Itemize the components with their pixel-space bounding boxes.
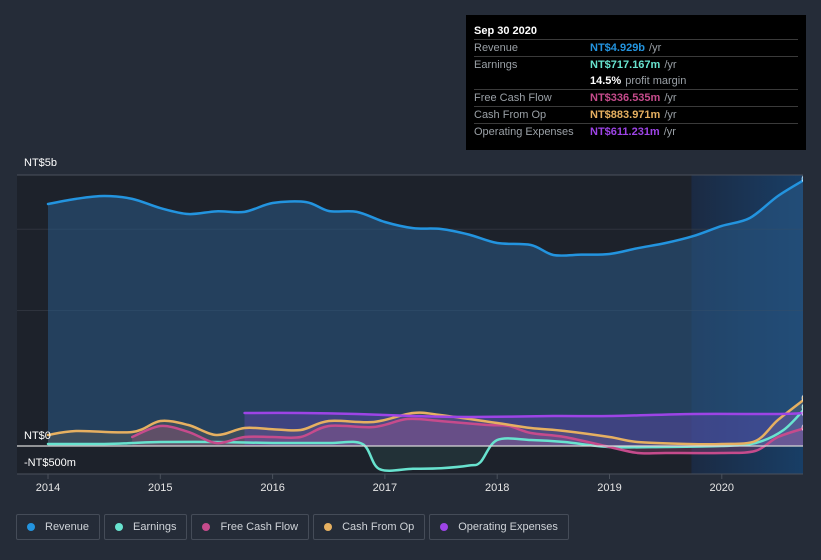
legend-item-cash-from-op[interactable]: Cash From Op	[313, 514, 426, 540]
revenue-dot-icon	[27, 523, 35, 531]
operating-expenses-dot-icon	[440, 523, 449, 531]
legend-label: Operating Expenses	[458, 521, 558, 533]
tooltip-unit: /yr	[664, 59, 677, 71]
tooltip-row-earnings: Earnings NT$717.167m /yr	[474, 56, 798, 73]
tooltip-label: Operating Expenses	[474, 126, 574, 138]
operating-expenses-area	[244, 412, 807, 446]
tooltip-row-operating-expenses: Operating Expenses NT$611.231m /yr	[474, 123, 798, 140]
x-tick-label: 2020	[710, 482, 734, 494]
tooltip-unit: /yr	[664, 109, 677, 121]
legend: Revenue Earnings Free Cash Flow Cash Fro…	[16, 514, 569, 540]
tooltip-unit: /yr	[649, 42, 662, 54]
profit-margin-value: 14.5%	[590, 75, 622, 87]
legend-label: Earnings	[133, 521, 177, 533]
x-tick-label: 2015	[148, 482, 172, 494]
y-tick-label: NT$0	[24, 430, 51, 442]
tooltip-row-revenue: Revenue NT$4.929b /yr	[474, 39, 798, 56]
x-tick-label: 2016	[260, 482, 284, 494]
tooltip-unit: /yr	[664, 92, 677, 104]
tooltip-unit: /yr	[663, 126, 676, 138]
legend-item-operating-expenses[interactable]: Operating Expenses	[429, 514, 569, 540]
tooltip: Sep 30 2020 Revenue NT$4.929b /yr Earnin…	[466, 15, 806, 150]
tooltip-row-profit-margin: 14.5% profit margin	[474, 73, 798, 89]
earnings-dot-icon	[115, 523, 124, 531]
tooltip-value: NT$883.971m	[590, 109, 661, 121]
tooltip-date: Sep 30 2020	[474, 25, 537, 37]
tooltip-row-free-cash-flow: Free Cash Flow NT$336.535m /yr	[474, 89, 798, 106]
tooltip-value: NT$611.231m	[590, 126, 660, 138]
legend-item-revenue[interactable]: Revenue	[16, 514, 101, 540]
x-tick-label: 2017	[373, 482, 397, 494]
tooltip-label: Revenue	[474, 42, 519, 54]
x-tick-label: 2018	[485, 482, 509, 494]
tooltip-label: Cash From Op	[474, 109, 547, 121]
tooltip-label	[474, 73, 590, 89]
tooltip-label: Free Cash Flow	[474, 92, 552, 104]
legend-label: Free Cash Flow	[220, 521, 299, 533]
legend-label: Revenue	[45, 521, 90, 533]
y-tick-label: -NT$500m	[24, 457, 76, 469]
free-cash-flow-dot-icon	[202, 523, 211, 531]
tooltip-label: Earnings	[474, 59, 518, 71]
legend-item-earnings[interactable]: Earnings	[104, 514, 188, 540]
tooltip-value: NT$717.167m	[590, 59, 661, 71]
tooltip-row-cash-from-op: Cash From Op NT$883.971m /yr	[474, 106, 798, 123]
tooltip-value: NT$336.535m	[590, 92, 661, 104]
legend-label: Cash From Op	[342, 521, 415, 533]
y-tick-label: NT$5b	[24, 157, 57, 169]
x-tick-label: 2014	[36, 482, 60, 494]
tooltip-value: NT$4.929b	[590, 42, 646, 54]
legend-item-free-cash-flow[interactable]: Free Cash Flow	[191, 514, 310, 540]
right-margin	[803, 174, 821, 475]
x-tick-label: 2019	[597, 482, 621, 494]
cash-from-op-dot-icon	[324, 523, 333, 531]
profit-margin-text: profit margin	[625, 75, 687, 87]
